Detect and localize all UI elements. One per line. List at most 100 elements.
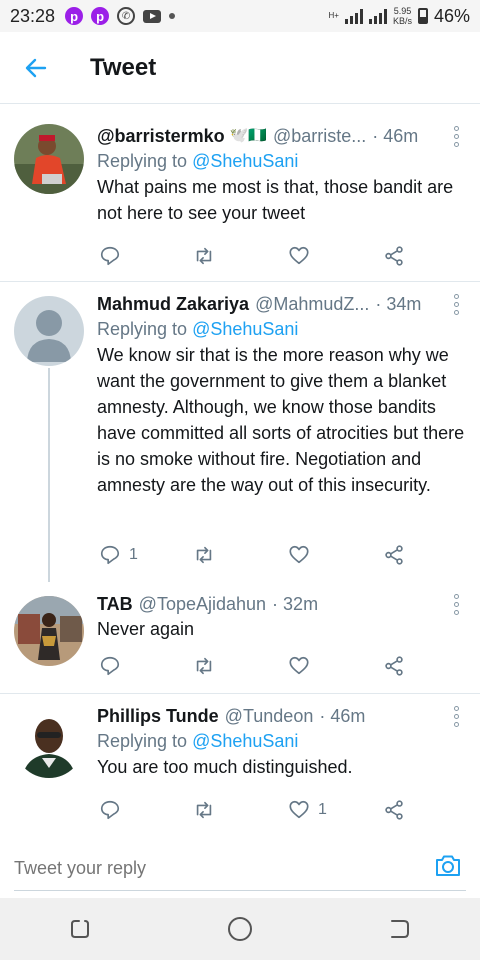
retweet-icon [196, 546, 212, 564]
reply-button[interactable] [99, 799, 129, 821]
app-header: Tweet [0, 32, 480, 104]
more-options-icon[interactable] [446, 593, 466, 615]
more-options-icon[interactable] [446, 293, 466, 315]
reply-button[interactable]: 1 [99, 544, 138, 566]
share-button[interactable] [383, 655, 405, 677]
recent-apps-button[interactable] [60, 909, 100, 949]
mention-link[interactable]: @ShehuSani [192, 151, 298, 171]
retweet-icon [196, 657, 212, 675]
user-handle[interactable]: @TopeAjidahun [139, 592, 266, 616]
display-name[interactable]: Mahmud Zakariya [97, 292, 249, 316]
share-icon [385, 800, 403, 820]
notification-icons: p p ✆ [65, 7, 176, 25]
like-button[interactable]: 1 [288, 799, 327, 821]
battery-level: 46% [433, 5, 470, 26]
tweet-time: · 46m [319, 706, 366, 726]
avatar[interactable] [14, 296, 84, 366]
tweet-text: We know sir that is the more reason why … [97, 345, 465, 495]
tweet-text: Never again [97, 619, 195, 639]
display-name[interactable]: TAB [97, 592, 133, 616]
user-handle[interactable]: @Tundeon [225, 704, 314, 728]
retweet-button[interactable] [192, 655, 224, 677]
network-speed-unit: KB/s [392, 16, 412, 26]
display-name[interactable]: Phillips Tunde [97, 704, 219, 728]
mention-link[interactable]: @ShehuSani [192, 319, 298, 339]
user-photo [14, 708, 84, 778]
reply-button[interactable] [99, 655, 129, 677]
share-icon [385, 246, 403, 266]
more-options-icon[interactable] [446, 125, 466, 147]
tweet-content: Mahmud Zakariya @MahmudZ... · 34m Replyi… [97, 292, 466, 498]
share-button[interactable] [383, 544, 405, 566]
whatsapp-icon: ✆ [117, 7, 136, 25]
home-icon [228, 917, 252, 941]
user-handle[interactable]: @barriste... [273, 124, 366, 148]
signal-icon [344, 8, 363, 24]
retweet-button[interactable] [192, 544, 224, 566]
tweet-header: Mahmud Zakariya @MahmudZ... · 34m [97, 292, 466, 316]
network-speed-value: 5.95 [393, 6, 412, 16]
avatar[interactable] [14, 124, 84, 194]
tweet[interactable]: Mahmud Zakariya @MahmudZ... · 34m Replyi… [0, 282, 480, 582]
display-name[interactable]: @barristermko [97, 124, 225, 148]
like-button[interactable] [288, 544, 318, 566]
name-emoji: 🕊️🇳🇬 [229, 127, 267, 144]
tweet-reply-input[interactable] [14, 848, 364, 888]
system-status: H+ 5.95 KB/s 46% [329, 6, 471, 27]
status-bar: 23:28 p p ✆ H+ 5.95 KB/s 46% [0, 0, 480, 32]
tweet-time: · 32m [272, 594, 319, 614]
tweet[interactable]: @barristermko 🕊️🇳🇬 @barriste... · 46m Re… [0, 112, 480, 282]
share-icon [385, 656, 403, 676]
tweet[interactable]: TAB @TopeAjidahun · 32m Never again [0, 582, 480, 694]
network-type-label: H+ [328, 11, 339, 20]
tweet-actions [97, 245, 427, 269]
app-notification-icon: p [91, 7, 110, 25]
more-options-icon[interactable] [446, 705, 466, 727]
user-handle[interactable]: @MahmudZ... [255, 292, 369, 316]
arrow-left-icon [25, 58, 47, 77]
reply-count: 1 [129, 546, 138, 563]
avatar[interactable] [14, 708, 84, 778]
back-nav-button[interactable] [380, 909, 420, 949]
mention-link[interactable]: @ShehuSani [192, 731, 298, 751]
reply-icon [100, 545, 120, 565]
tweet-header: TAB @TopeAjidahun · 32m [97, 592, 466, 616]
share-button[interactable] [383, 245, 405, 267]
tweet-header: @barristermko 🕊️🇳🇬 @barriste... · 46m [97, 124, 466, 148]
thread-connector [48, 368, 50, 582]
signal-icon [368, 8, 387, 24]
user-photo [14, 596, 84, 666]
replying-to-label: Replying to [97, 151, 193, 171]
default-avatar [14, 296, 84, 366]
retweet-button[interactable] [192, 799, 224, 821]
tweet-content: @barristermko 🕊️🇳🇬 @barriste... · 46m Re… [97, 124, 466, 226]
retweet-button[interactable] [192, 245, 224, 267]
reply-button[interactable] [99, 245, 129, 267]
reply-icon [100, 656, 120, 676]
share-button[interactable] [383, 799, 405, 821]
recent-apps-icon [71, 920, 89, 938]
tweet[interactable]: Phillips Tunde @Tundeon · 46m Replying t… [0, 694, 480, 838]
replying-to-label: Replying to [97, 319, 193, 339]
replying-to: Replying to @ShehuSani [97, 148, 466, 174]
tweet-actions: 1 [97, 799, 427, 823]
app-notification-icon: p [65, 7, 84, 25]
retweet-icon [196, 801, 212, 819]
heart-icon [289, 545, 309, 564]
like-button[interactable] [288, 655, 318, 677]
replying-to: Replying to @ShehuSani [97, 316, 466, 342]
like-button[interactable] [288, 245, 318, 267]
camera-button[interactable] [434, 852, 462, 880]
tweet-time: · 46m [372, 126, 419, 146]
avatar[interactable] [14, 596, 84, 666]
home-button[interactable] [220, 909, 260, 949]
back-button[interactable] [16, 48, 56, 88]
tweet-time: · 34m [375, 294, 422, 314]
tweet-content: Phillips Tunde @Tundeon · 46m Replying t… [97, 704, 466, 780]
user-photo [14, 124, 84, 194]
status-time: 23:28 [10, 5, 56, 26]
heart-icon [289, 800, 309, 819]
tweet-text: What pains me most is that, those bandit… [97, 177, 454, 223]
more-notifications-icon [169, 13, 176, 19]
tweet-actions: 1 [97, 544, 427, 568]
